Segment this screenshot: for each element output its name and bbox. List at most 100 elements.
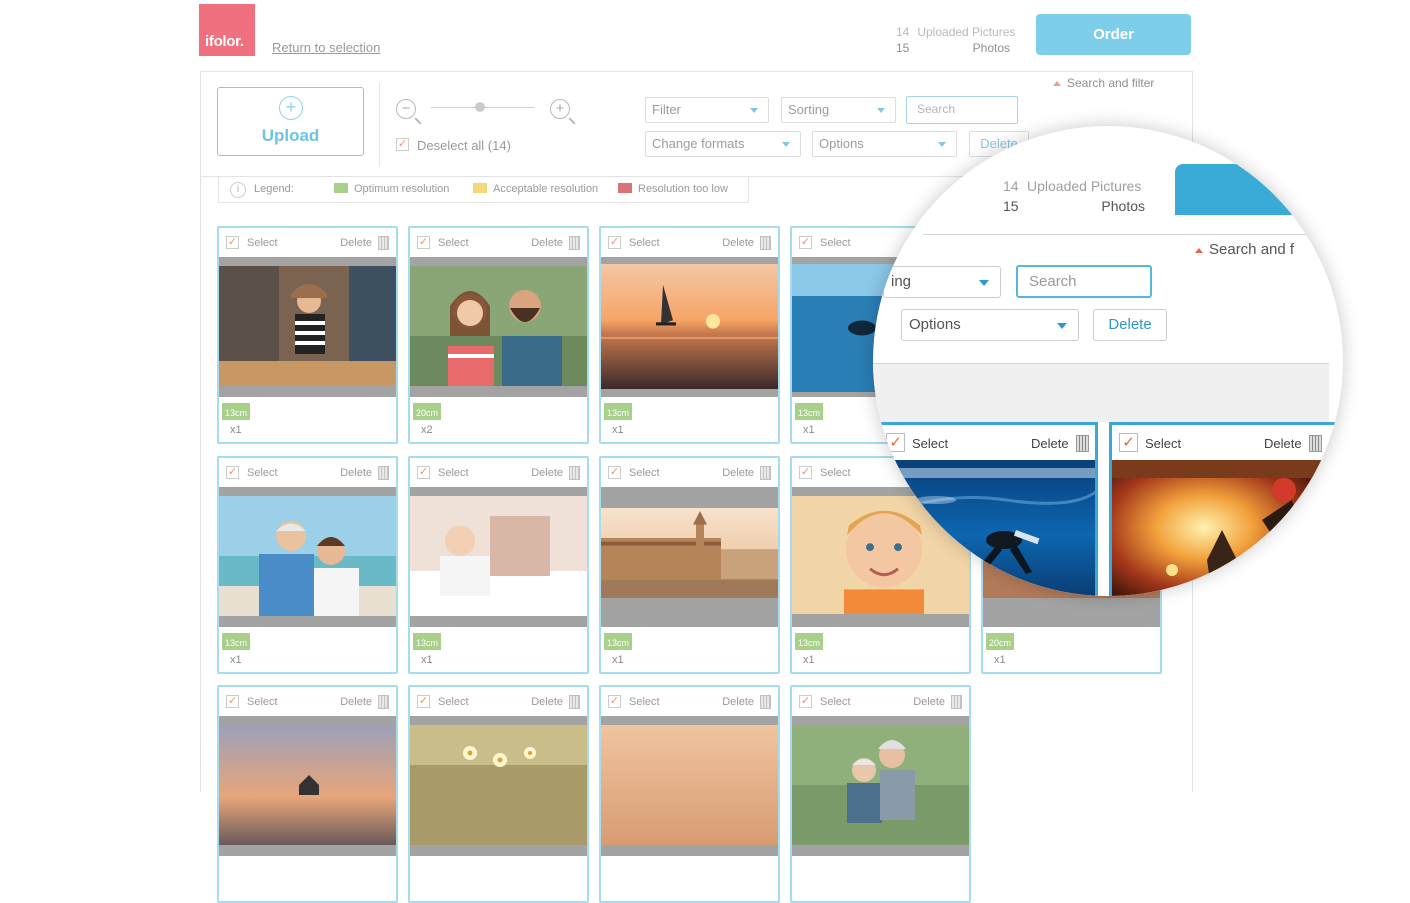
- select-label: Select: [247, 467, 278, 479]
- select-checkbox[interactable]: ✓: [799, 695, 812, 708]
- select-label: Select: [820, 467, 851, 479]
- change-formats-dropdown[interactable]: Change formats: [645, 131, 801, 157]
- photo-thumbnail[interactable]: [601, 264, 778, 389]
- photo-card[interactable]: ✓ Select Delete 13cm x1: [408, 456, 589, 674]
- quantity-label: x1: [803, 424, 815, 436]
- magnified-photo-card[interactable]: ✓ Select Delete: [1109, 422, 1339, 596]
- sorting-dropdown[interactable]: Sorting: [781, 97, 896, 123]
- delete-label[interactable]: Delete: [340, 467, 372, 479]
- select-checkbox[interactable]: ✓: [799, 466, 812, 479]
- delete-label[interactable]: Delete: [722, 237, 754, 249]
- photo-thumbnail[interactable]: [219, 266, 396, 386]
- search-placeholder: Search: [917, 102, 956, 116]
- legend-label: Optimum resolution: [354, 183, 450, 195]
- photo-thumbnail[interactable]: [219, 496, 396, 616]
- photo-card[interactable]: ✓ Select Delete 13cm x1: [217, 456, 398, 674]
- trash-icon[interactable]: [378, 695, 389, 709]
- photo-card[interactable]: ✓ Select Delete 20cm x2: [408, 226, 589, 444]
- chevron-down-icon: [1057, 323, 1067, 329]
- delete-label[interactable]: Delete: [1031, 436, 1069, 451]
- delete-label[interactable]: Delete: [722, 467, 754, 479]
- legend-swatch-red: [618, 183, 632, 193]
- deselect-all-label[interactable]: Deselect all (14): [417, 138, 511, 153]
- trash-icon[interactable]: [378, 466, 389, 480]
- legend-label: Acceptable resolution: [493, 183, 599, 195]
- photo-thumbnail[interactable]: [410, 725, 587, 845]
- magnified-photo-card[interactable]: ✓ Select Delete: [873, 422, 1098, 596]
- select-checkbox[interactable]: ✓: [226, 466, 239, 479]
- photo-card[interactable]: ✓ Select Delete: [408, 685, 589, 903]
- trash-icon[interactable]: [569, 236, 580, 250]
- search-input[interactable]: Search: [906, 96, 1018, 124]
- trash-icon[interactable]: [1076, 435, 1089, 452]
- magnified-legend-band: [873, 363, 1329, 422]
- delete-label[interactable]: Delete: [722, 696, 754, 708]
- select-checkbox[interactable]: ✓: [417, 236, 430, 249]
- photo-card[interactable]: ✓ Select Delete: [790, 685, 971, 903]
- trash-icon[interactable]: [760, 466, 771, 480]
- photo-card[interactable]: ✓ Select Delete: [599, 685, 780, 903]
- zoom-out-icon[interactable]: −: [396, 99, 416, 119]
- select-checkbox[interactable]: ✓: [417, 466, 430, 479]
- photo-thumbnail[interactable]: [601, 725, 778, 845]
- deselect-all-checkbox[interactable]: ✓: [396, 138, 409, 151]
- delete-label[interactable]: Delete: [531, 467, 563, 479]
- print-size-badge: 13cm: [604, 403, 632, 420]
- photo-card[interactable]: ✓ Select Delete 13cm x1: [599, 456, 780, 674]
- delete-label[interactable]: Delete: [340, 237, 372, 249]
- select-checkbox[interactable]: ✓: [1119, 433, 1138, 452]
- magnified-upload-summary: 14 Uploaded Pictures 15 Photos: [1003, 178, 1145, 214]
- magnified-search-input[interactable]: Search: [1016, 265, 1152, 298]
- print-size-badge: 13cm: [795, 403, 823, 420]
- select-checkbox[interactable]: ✓: [608, 695, 621, 708]
- select-label: Select: [820, 696, 851, 708]
- magnified-search-and-filter[interactable]: Search and f: [1195, 241, 1294, 258]
- trash-icon[interactable]: [760, 236, 771, 250]
- magnified-sorting-dropdown[interactable]: ing: [883, 266, 1001, 298]
- delete-label[interactable]: Delete: [531, 696, 563, 708]
- order-button[interactable]: Order: [1036, 14, 1191, 55]
- upload-button[interactable]: + Upload: [217, 87, 364, 156]
- photo-card[interactable]: ✓ Select Delete 13cm x1: [217, 226, 398, 444]
- filter-dropdown[interactable]: Filter: [645, 97, 769, 123]
- select-checkbox[interactable]: ✓: [886, 433, 905, 452]
- quantity-label: x1: [421, 654, 433, 666]
- resolution-legend: i Legend: Optimum resolution Acceptable …: [218, 177, 749, 203]
- zoom-in-icon[interactable]: +: [550, 99, 570, 119]
- photo-thumbnail[interactable]: [601, 508, 778, 598]
- triangle-up-icon: [1053, 81, 1061, 86]
- delete-label[interactable]: Delete: [1264, 436, 1302, 451]
- select-label: Select: [820, 237, 851, 249]
- select-checkbox[interactable]: ✓: [417, 695, 430, 708]
- search-and-filter-toggle[interactable]: Search and filter: [1053, 76, 1154, 90]
- photo-card[interactable]: ✓ Select Delete 13cm x1: [599, 226, 780, 444]
- select-checkbox[interactable]: ✓: [608, 466, 621, 479]
- trash-icon[interactable]: [569, 695, 580, 709]
- delete-label[interactable]: Delete: [531, 237, 563, 249]
- magnified-divider: [923, 234, 1343, 235]
- search-and-filter-label: Search and filter: [1067, 76, 1155, 90]
- trash-icon[interactable]: [1309, 435, 1322, 452]
- photo-thumbnail[interactable]: [410, 496, 587, 616]
- trash-icon[interactable]: [569, 466, 580, 480]
- select-checkbox[interactable]: ✓: [226, 695, 239, 708]
- photo-thumbnail[interactable]: [219, 725, 396, 845]
- delete-label[interactable]: Delete: [913, 696, 945, 708]
- trash-icon[interactable]: [951, 695, 962, 709]
- select-checkbox[interactable]: ✓: [799, 236, 812, 249]
- magnified-options-dropdown[interactable]: Options: [901, 309, 1079, 341]
- select-checkbox[interactable]: ✓: [608, 236, 621, 249]
- select-checkbox[interactable]: ✓: [226, 236, 239, 249]
- trash-icon[interactable]: [760, 695, 771, 709]
- photo-card[interactable]: ✓ Select Delete: [217, 685, 398, 903]
- zoom-slider-handle[interactable]: [475, 102, 485, 112]
- photo-thumbnail[interactable]: [410, 266, 587, 386]
- return-to-selection-link[interactable]: Return to selection: [272, 40, 380, 55]
- delete-label[interactable]: Delete: [340, 696, 372, 708]
- magnified-order-button[interactable]: [1175, 164, 1305, 215]
- photo-thumbnail[interactable]: [792, 725, 969, 845]
- magnified-delete-button[interactable]: Delete: [1093, 309, 1167, 341]
- photos-count: 15: [896, 41, 910, 55]
- trash-icon[interactable]: [378, 236, 389, 250]
- ifolor-logo[interactable]: ifolor.: [199, 4, 255, 56]
